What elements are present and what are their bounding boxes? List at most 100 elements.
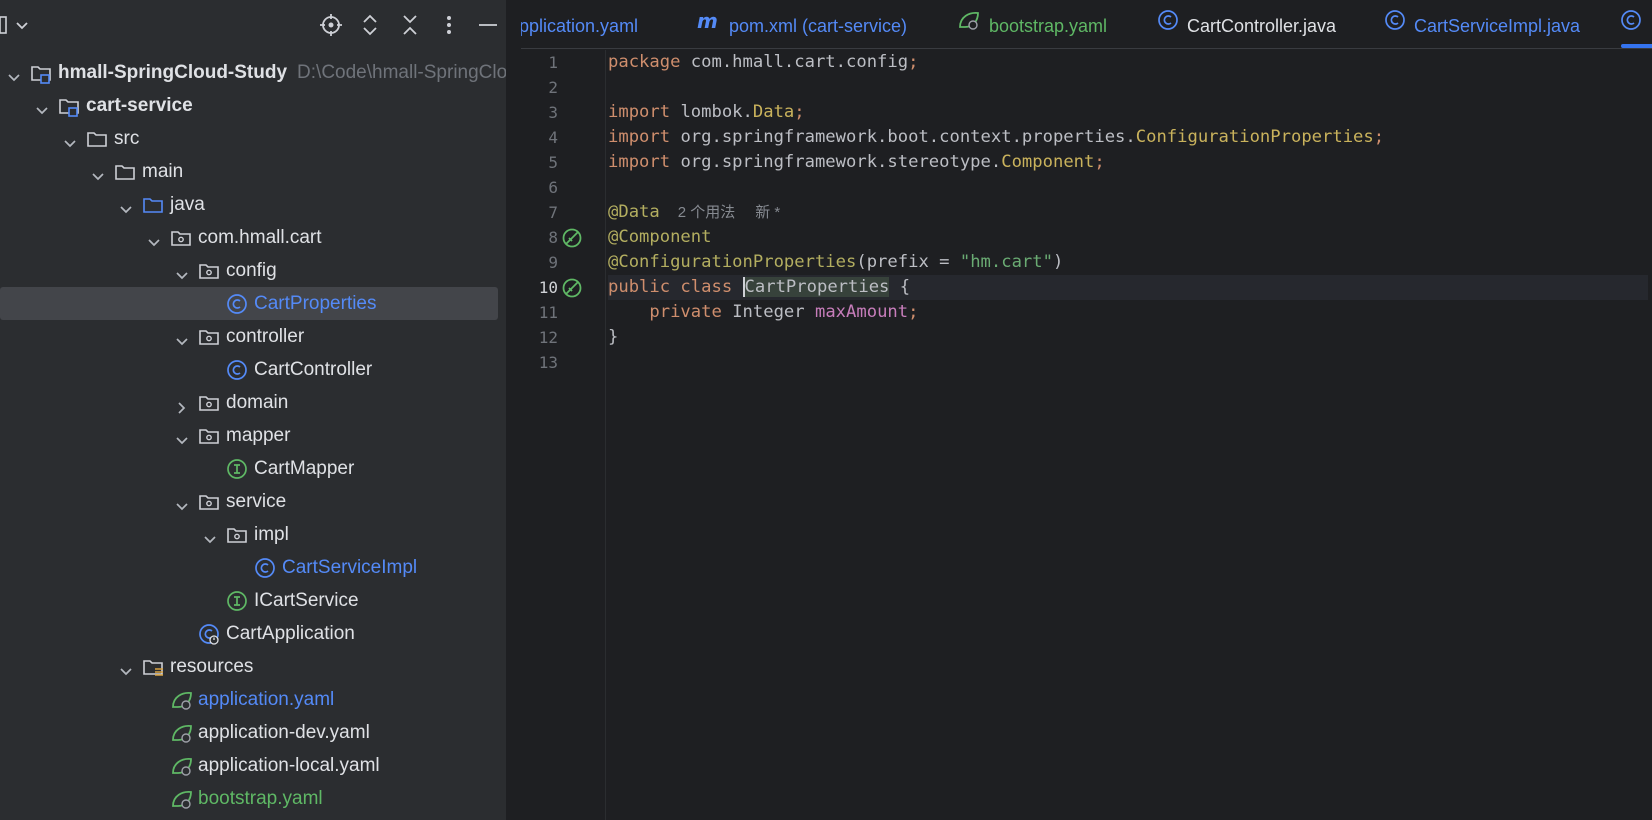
chevron-down-icon[interactable] bbox=[90, 163, 106, 181]
package-icon bbox=[226, 524, 248, 546]
package-icon bbox=[198, 491, 220, 513]
chevron-down-icon[interactable] bbox=[34, 97, 50, 115]
tree-item-label: com.hmall.cart bbox=[198, 227, 322, 248]
tree-item-label: impl bbox=[254, 524, 289, 545]
line-number[interactable]: 9 bbox=[521, 250, 558, 275]
tree-item[interactable]: bootstrap.yaml bbox=[0, 782, 500, 815]
tree-item[interactable]: mapper bbox=[0, 419, 500, 452]
chevron-down-icon[interactable] bbox=[118, 196, 134, 214]
chevron-down-icon[interactable] bbox=[146, 229, 162, 247]
chevron-right-icon[interactable] bbox=[174, 394, 190, 414]
chevron-down-icon[interactable] bbox=[6, 64, 22, 82]
tree-item-label: main bbox=[142, 161, 184, 182]
code-line-7: @Data 2 个用法 新 * bbox=[608, 200, 1648, 225]
interface-icon bbox=[226, 458, 248, 480]
chevron-down-icon[interactable] bbox=[174, 427, 190, 445]
class-ref-token: Component bbox=[1001, 152, 1095, 172]
line-number[interactable]: 12 bbox=[521, 325, 558, 350]
tree-item-label: application-local.yaml bbox=[198, 755, 380, 776]
annotation-args-token: (prefix = bbox=[856, 252, 960, 272]
code-line-3: import lombok.Data; bbox=[608, 100, 1648, 125]
annotation-token: @Component bbox=[608, 227, 712, 247]
tree-item[interactable]: config bbox=[0, 254, 500, 287]
class-icon bbox=[1384, 0, 1406, 48]
tree-item-label: resources bbox=[170, 656, 254, 677]
tab-cartserviceimpl-java[interactable]: CartServiceImpl.java bbox=[1384, 0, 1580, 48]
panel-menu-icon[interactable] bbox=[0, 15, 8, 35]
chevron-down-icon[interactable] bbox=[202, 526, 218, 544]
tree-item[interactable]: impl bbox=[0, 518, 500, 551]
tree-item[interactable]: resources bbox=[0, 650, 500, 683]
tree-item[interactable]: application.yaml bbox=[0, 683, 500, 716]
tree-item[interactable]: CartController bbox=[0, 353, 500, 386]
tree-item[interactable]: main bbox=[0, 155, 500, 188]
locate-icon[interactable] bbox=[317, 11, 345, 39]
string-token: "hm.cart" bbox=[959, 252, 1053, 272]
chevron-down-icon[interactable] bbox=[118, 658, 134, 676]
package-icon bbox=[198, 392, 220, 414]
code-area[interactable]: package com.hmall.cart.config; import lo… bbox=[608, 50, 1648, 820]
tab-cartproperties-java[interactable] bbox=[1620, 0, 1650, 48]
semicolon-token: ; bbox=[1373, 127, 1385, 147]
line-number[interactable]: 1 bbox=[521, 50, 558, 75]
more-options-icon[interactable] bbox=[435, 11, 463, 39]
tree-item[interactable]: java bbox=[0, 188, 500, 221]
line-number[interactable]: 10 bbox=[521, 275, 558, 300]
tree-item[interactable]: CartServiceImpl bbox=[0, 551, 500, 584]
tree-item[interactable]: src bbox=[0, 122, 500, 155]
tab-label: pom.xml (cart-service) bbox=[729, 16, 908, 36]
line-number[interactable]: 6 bbox=[521, 175, 558, 200]
semicolon-token: ; bbox=[908, 302, 919, 322]
usage-hint[interactable]: 2 个用法 bbox=[678, 204, 736, 221]
line-number[interactable]: 7 bbox=[521, 200, 558, 225]
tree-item[interactable]: application-dev.yaml bbox=[0, 716, 500, 749]
minimize-icon[interactable] bbox=[474, 11, 502, 39]
spring-bean-icon[interactable] bbox=[561, 227, 583, 249]
svg-text:m: m bbox=[697, 11, 718, 31]
tab-label: bootstrap.yaml bbox=[989, 16, 1108, 36]
package-token: com.hmall.cart.config bbox=[680, 52, 909, 72]
semicolon-token: ; bbox=[908, 52, 919, 72]
expand-collapse-icon[interactable] bbox=[356, 11, 384, 39]
line-number[interactable]: 3 bbox=[521, 100, 558, 125]
tree-item[interactable]: ICartService bbox=[0, 584, 500, 617]
tree-item[interactable]: cart-service bbox=[0, 89, 500, 122]
spring-yaml-icon bbox=[170, 722, 192, 744]
tree-item[interactable]: controller bbox=[0, 320, 500, 353]
keyword-token: package bbox=[608, 52, 681, 72]
line-number[interactable]: 13 bbox=[521, 350, 558, 375]
author-hint[interactable]: 新 * bbox=[755, 204, 780, 221]
chevron-down-icon[interactable] bbox=[174, 493, 190, 511]
tab-pom-xml[interactable]: m pom.xml (cart-service) bbox=[697, 0, 907, 48]
import-path-token: org.springframework.boot.context.propert… bbox=[670, 127, 1136, 147]
tree-item[interactable]: CartApplication bbox=[0, 617, 500, 650]
tab-application-yaml[interactable]: pplication.yaml bbox=[521, 0, 638, 48]
tree-item[interactable]: service bbox=[0, 485, 500, 518]
tree-item[interactable]: com.hmall.cart bbox=[0, 221, 500, 254]
tree-item[interactable]: CartMapper bbox=[0, 452, 500, 485]
line-number[interactable]: 4 bbox=[521, 125, 558, 150]
line-number[interactable]: 5 bbox=[521, 150, 558, 175]
line-number[interactable]: 11 bbox=[521, 300, 558, 325]
tab-cartcontroller-java[interactable]: CartController.java bbox=[1157, 0, 1336, 48]
line-number[interactable]: 8 bbox=[521, 225, 558, 250]
module-icon bbox=[58, 95, 80, 117]
line-number[interactable]: 2 bbox=[521, 75, 558, 100]
tree-item[interactable]: CartProperties bbox=[0, 287, 498, 320]
tree-item[interactable]: domain bbox=[0, 386, 500, 419]
chevron-down-icon[interactable] bbox=[174, 328, 190, 346]
spring-bean-icon[interactable] bbox=[561, 277, 583, 299]
maven-icon: m bbox=[697, 0, 721, 48]
tree-item[interactable]: hmall-SpringCloud-Study D:\Code\hmall-Spr… bbox=[0, 56, 506, 89]
spring-yaml-icon bbox=[957, 0, 981, 48]
tab-label: CartController.java bbox=[1187, 16, 1337, 36]
keyword-token: public class bbox=[608, 277, 743, 297]
tree-item[interactable]: application-local.yaml bbox=[0, 749, 500, 782]
chevron-down-icon[interactable] bbox=[62, 130, 78, 148]
chevron-down-icon[interactable] bbox=[174, 262, 190, 280]
collapse-all-icon[interactable] bbox=[396, 11, 424, 39]
field-token: maxAmount bbox=[814, 302, 909, 322]
keyword-token: import bbox=[608, 102, 671, 122]
chevron-down-icon[interactable] bbox=[14, 17, 30, 38]
tab-bootstrap-yaml[interactable]: bootstrap.yaml bbox=[957, 0, 1107, 48]
